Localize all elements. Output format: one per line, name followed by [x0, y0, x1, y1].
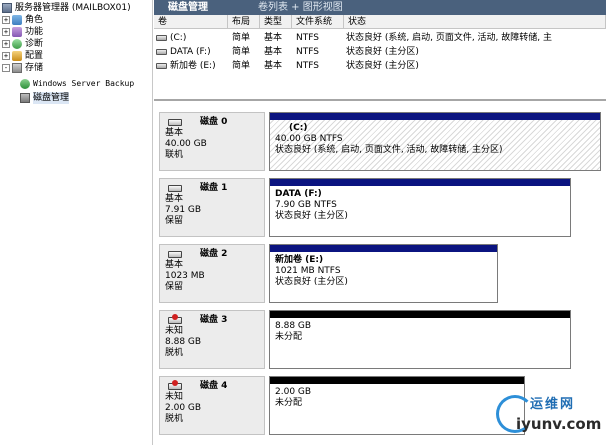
backup-icon [20, 79, 30, 89]
pane-title-bar: 磁盘管理 卷列表 + 图形视图 [154, 0, 606, 15]
hard-disk-icon [168, 185, 182, 192]
volume-row[interactable]: DATA (F:) 简单 基本 NTFS 状态良好 (主分区) [154, 46, 606, 58]
configuration-icon [12, 51, 22, 61]
column-header-type[interactable]: 类型 [260, 15, 292, 29]
disk-3[interactable]: 磁盘 3 未知 8.88 GB 脱机 8.88 GB 未分配 [159, 310, 601, 369]
tree-item-disk-management[interactable]: 磁盘管理 [20, 92, 70, 104]
volume-row[interactable]: (C:) 简单 基本 NTFS 状态良好 (系统, 启动, 页面文件, 活动, … [154, 32, 606, 44]
offline-disk-icon [168, 380, 182, 390]
unallocated-space[interactable]: 2.00 GB 未分配 [269, 376, 525, 435]
roles-icon [12, 15, 22, 25]
tree-item-storage[interactable]: - 存储 [2, 62, 43, 74]
column-header-status[interactable]: 状态 [344, 15, 606, 29]
column-header-volume[interactable]: 卷 [154, 15, 228, 29]
partition-bar [270, 245, 497, 252]
storage-icon [12, 63, 22, 73]
partition-c[interactable]: (C:) 40.00 GB NTFS 状态良好 (系统, 启动, 页面文件, 活… [269, 112, 601, 171]
disk-0[interactable]: 磁盘 0 基本 40.00 GB 联机 (C:) 40.00 GB NTFS 状… [159, 112, 601, 171]
expand-icon[interactable]: + [2, 28, 10, 36]
partition-data-f[interactable]: DATA (F:) 7.90 GB NTFS 状态良好 (主分区) [269, 178, 571, 237]
partition-bar [270, 377, 524, 384]
hard-disk-icon [168, 119, 182, 126]
tree-item-windows-server-backup[interactable]: Windows Server Backup [20, 78, 134, 90]
volume-icon [156, 62, 167, 69]
tree-root-server-manager[interactable]: 服务器管理器 (MAILBOX01) [2, 2, 131, 14]
view-mode[interactable]: 卷列表 + 图形视图 [258, 0, 343, 15]
partition-bar [270, 179, 570, 186]
disk-1[interactable]: 磁盘 1 基本 7.91 GB 保留 DATA (F:) 7.90 GB NTF… [159, 178, 601, 237]
disk-2[interactable]: 磁盘 2 基本 1023 MB 保留 新加卷 (E:) 1021 MB NTFS… [159, 244, 601, 303]
tree-item-diagnostics[interactable]: + 诊断 [2, 38, 43, 50]
collapse-icon[interactable]: - [2, 64, 10, 72]
unallocated-space[interactable]: 8.88 GB 未分配 [269, 310, 571, 369]
disk-info[interactable]: 磁盘 0 基本 40.00 GB 联机 [159, 112, 265, 171]
pane-title: 磁盘管理 [168, 2, 208, 13]
column-header-layout[interactable]: 布局 [228, 15, 260, 29]
watermark-logo: 运维网 iyunv.com [492, 391, 602, 439]
disk-management-icon [20, 93, 30, 103]
disk-info[interactable]: 磁盘 2 基本 1023 MB 保留 [159, 244, 265, 303]
server-icon [2, 3, 12, 13]
expand-icon[interactable]: + [2, 52, 10, 60]
volume-icon [156, 48, 167, 55]
disk-info[interactable]: 磁盘 4 未知 2.00 GB 脱机 [159, 376, 265, 435]
hard-disk-icon [168, 251, 182, 258]
volume-icon [156, 34, 167, 41]
tree-item-features[interactable]: + 功能 [2, 26, 43, 38]
partition-bar [270, 311, 570, 318]
column-header-filesystem[interactable]: 文件系统 [292, 15, 344, 29]
tree-item-configuration[interactable]: + 配置 [2, 50, 43, 62]
expand-icon[interactable]: + [2, 16, 10, 24]
expand-icon[interactable]: + [2, 40, 10, 48]
disk-info[interactable]: 磁盘 1 基本 7.91 GB 保留 [159, 178, 265, 237]
tree-item-roles[interactable]: + 角色 [2, 14, 43, 26]
volume-row[interactable]: 新加卷 (E:) 简单 基本 NTFS 状态良好 (主分区) [154, 60, 606, 72]
disk-info[interactable]: 磁盘 3 未知 8.88 GB 脱机 [159, 310, 265, 369]
volume-list: 卷 布局 类型 文件系统 状态 (C:) 简单 基本 NTFS 状态良好 (系统… [154, 15, 606, 101]
diagnostics-icon [12, 39, 22, 49]
offline-disk-icon [168, 314, 182, 324]
partition-bar [270, 113, 600, 120]
features-icon [12, 27, 22, 37]
partition-new-volume-e[interactable]: 新加卷 (E:) 1021 MB NTFS 状态良好 (主分区) [269, 244, 498, 303]
navigation-tree: 服务器管理器 (MAILBOX01) + 角色 + 功能 + 诊断 + 配置 -… [0, 0, 153, 445]
